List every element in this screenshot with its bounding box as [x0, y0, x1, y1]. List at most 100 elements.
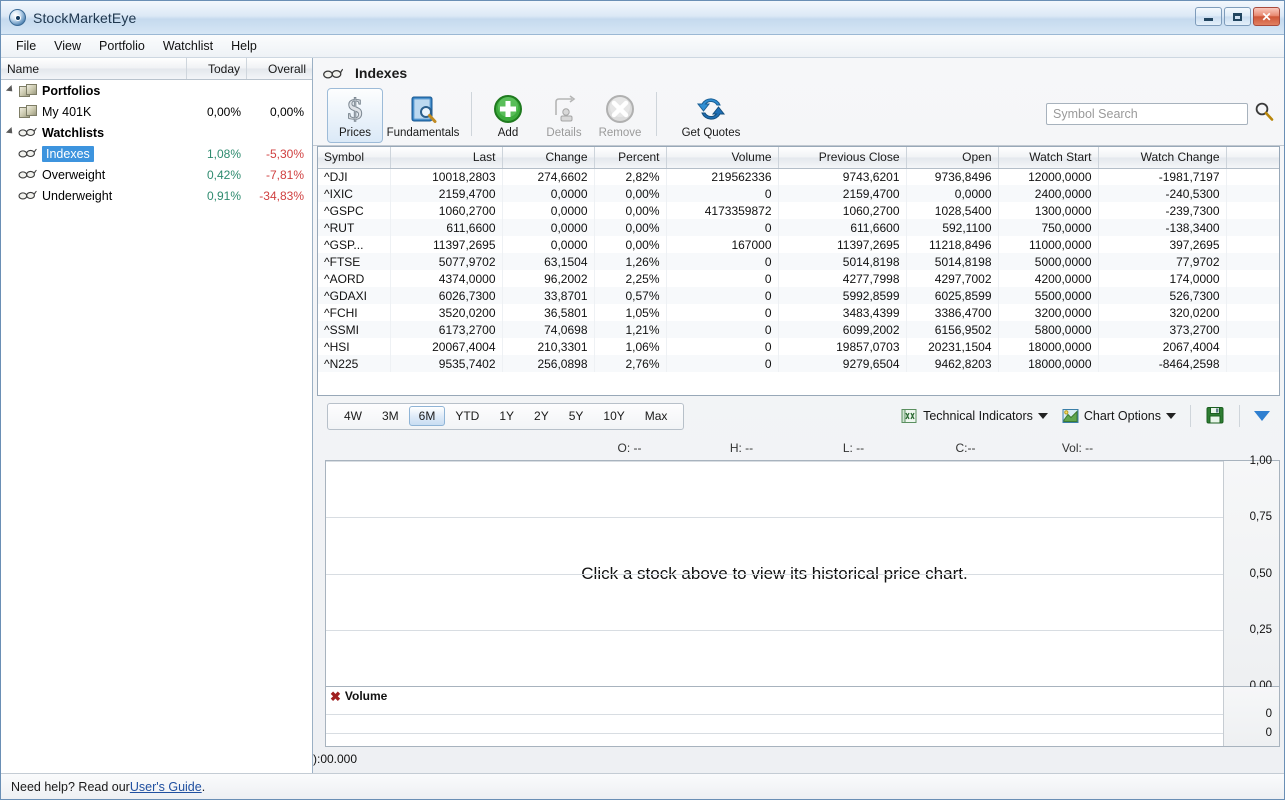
- cell-symbol: ^FCHI: [318, 304, 391, 321]
- add-button[interactable]: Add: [480, 88, 536, 143]
- menu-portfolio[interactable]: Portfolio: [90, 36, 154, 56]
- users-guide-link[interactable]: User's Guide: [130, 780, 202, 794]
- table-row[interactable]: ^RUT 611,6600 0,0000 0,00% 0 611,6600 592,1100…: [318, 219, 1279, 236]
- remove-x-icon: [604, 93, 636, 125]
- maximize-button[interactable]: [1224, 7, 1251, 26]
- range-button-3m[interactable]: 3M: [372, 406, 409, 426]
- tree-column-name[interactable]: Name: [1, 58, 187, 79]
- cell-open: 6025,8599: [906, 287, 999, 304]
- table-row[interactable]: ^AORD 4374,0000 96,2002 2,25% 0 4277,7998 4297…: [318, 270, 1279, 287]
- technical-indicators-button[interactable]: Technical Indicators: [897, 405, 1052, 427]
- save-chart-button[interactable]: [1201, 402, 1229, 431]
- volume-chart[interactable]: ✖ Volume 00: [325, 687, 1280, 747]
- menu-watchlist[interactable]: Watchlist: [154, 36, 222, 56]
- tree-column-today[interactable]: Today: [187, 58, 247, 79]
- chart-expand-button[interactable]: [1250, 408, 1274, 424]
- main-body: Name Today Overall Portfolios My 401K 0,00…: [1, 58, 1284, 773]
- tree-item-watchlists[interactable]: Watchlists: [1, 122, 312, 143]
- chevron-down-icon-2[interactable]: [1166, 413, 1176, 419]
- glasses-icon: [18, 125, 38, 140]
- table-row[interactable]: ^GSPC 1060,2700 0,0000 0,00% 4173359872 1060,…: [318, 202, 1279, 219]
- table-row[interactable]: ^FTSE 5077,9702 63,1504 1,26% 0 5014,8198 5014…: [318, 253, 1279, 270]
- cell-open: 5014,8198: [906, 253, 999, 270]
- menu-file[interactable]: File: [7, 36, 45, 56]
- chevron-down-icon[interactable]: [1037, 413, 1048, 419]
- col-volume[interactable]: Volume: [666, 147, 779, 169]
- tree-item-indexes[interactable]: Indexes 1,08% -5,30%: [1, 143, 312, 164]
- range-button-4w[interactable]: 4W: [334, 406, 372, 426]
- minimize-button[interactable]: [1195, 7, 1222, 26]
- cell-symbol: ^FTSE: [318, 253, 391, 270]
- prices-button[interactable]: $ Prices: [327, 88, 383, 143]
- cell-watch-change: 526,7300: [1098, 287, 1227, 304]
- range-button-ytd[interactable]: YTD: [445, 406, 489, 426]
- price-chart-plot[interactable]: Click a stock above to view its historic…: [326, 461, 1223, 686]
- expand-collapse-icon[interactable]: [5, 126, 16, 138]
- tree-item-overweight[interactable]: Overweight 0,42% -7,81%: [1, 164, 312, 185]
- tree-item-my-401k[interactable]: My 401K 0,00% 0,00%: [1, 101, 312, 122]
- col-symbol[interactable]: Symbol: [318, 147, 391, 169]
- tree-item-content: Indexes: [1, 145, 187, 162]
- col-open[interactable]: Open: [906, 147, 999, 169]
- get-quotes-button[interactable]: Get Quotes: [665, 88, 757, 143]
- table-row[interactable]: ^FCHI 3520,0200 36,5801 1,05% 0 3483,4399 3386…: [318, 304, 1279, 321]
- cell-watch-change: -239,7300: [1098, 202, 1227, 219]
- cell-percent: 2,76%: [594, 355, 667, 372]
- range-button-10y[interactable]: 10Y: [593, 406, 634, 426]
- tree-item-overall: -34,83%: [259, 188, 304, 203]
- range-button-6m[interactable]: 6M: [408, 406, 446, 426]
- col-watch-change[interactable]: Watch Change: [1098, 147, 1227, 169]
- table-row[interactable]: ^N225 9535,7402 256,0898 2,76% 0 9279,6504 946…: [318, 355, 1279, 372]
- close-button[interactable]: ✕: [1253, 7, 1280, 26]
- table-row[interactable]: ^HSI 20067,4004 210,3301 1,06% 0 19857,0703 20…: [318, 338, 1279, 355]
- menu-view[interactable]: View: [45, 36, 90, 56]
- glasses-icon: [18, 167, 38, 182]
- col-change[interactable]: Change: [502, 147, 595, 169]
- table-row[interactable]: ^GDAXI 6026,7300 33,8701 0,57% 0 5992,8599 602…: [318, 287, 1279, 304]
- remove-button[interactable]: Remove: [592, 88, 648, 143]
- tree-item-underweight[interactable]: Underweight 0,91% -34,83%: [1, 185, 312, 206]
- cell-change: 0,0000: [502, 219, 595, 236]
- price-gridline: [326, 629, 1223, 631]
- cell-watch-percent: -10,02%: [1226, 185, 1279, 202]
- details-button[interactable]: Details: [536, 88, 592, 143]
- col-percent[interactable]: Percent: [594, 147, 667, 169]
- tree-item-portfolios[interactable]: Portfolios: [1, 80, 312, 101]
- cell-last: 2159,4700: [390, 185, 503, 202]
- cell-watch-change: 77,9702: [1098, 253, 1227, 270]
- col-watch-percent[interactable]: Watch %: [1226, 147, 1279, 169]
- tree-column-overall[interactable]: Overall: [247, 58, 312, 79]
- cell-volume: 219562336: [666, 168, 779, 185]
- range-button-1y[interactable]: 1Y: [489, 406, 524, 426]
- price-chart[interactable]: Click a stock above to view its historic…: [325, 455, 1280, 692]
- chart-options-button[interactable]: Chart Options: [1058, 405, 1180, 427]
- cell-volume: 0: [666, 321, 779, 338]
- table-row[interactable]: ^DJI 10018,2803 274,6602 2,82% 219562336 9743…: [318, 168, 1279, 185]
- cell-open: 592,1100: [906, 219, 999, 236]
- range-button-max[interactable]: Max: [635, 406, 678, 426]
- table-row[interactable]: ^IXIC 2159,4700 0,0000 0,00% 0 2159,4700 0,000…: [318, 185, 1279, 202]
- search-input[interactable]: [1046, 102, 1248, 125]
- cell-watch-start: 5500,0000: [998, 287, 1099, 304]
- expand-collapse-icon[interactable]: [5, 84, 16, 96]
- range-button-5y[interactable]: 5Y: [559, 406, 594, 426]
- col-last[interactable]: Last: [390, 147, 503, 169]
- cell-watch-start: 750,0000: [998, 219, 1099, 236]
- volume-gridline: [326, 713, 1223, 715]
- volume-chart-plot[interactable]: ✖ Volume: [326, 687, 1223, 746]
- col-previous-close[interactable]: Previous Close: [778, 147, 907, 169]
- table-row[interactable]: ^GSP... 11397,2695 0,0000 0,00% 167000 11397,…: [318, 236, 1279, 253]
- menu-help[interactable]: Help: [222, 36, 266, 56]
- col-watch-start[interactable]: Watch Start: [998, 147, 1099, 169]
- app-window: StockMarketEye ✕ File View Portfolio Wat…: [0, 0, 1285, 800]
- fundamentals-button[interactable]: Fundamentals: [383, 88, 463, 143]
- app-title: StockMarketEye: [33, 9, 137, 26]
- cell-open: 3386,4700: [906, 304, 999, 321]
- table-row[interactable]: ^SSMI 6173,2700 74,0698 1,21% 0 6099,2002 6156…: [318, 321, 1279, 338]
- cell-volume: 0: [666, 287, 779, 304]
- search-icon[interactable]: [1254, 101, 1274, 126]
- range-button-2y[interactable]: 2Y: [524, 406, 559, 426]
- x-mark-red-icon[interactable]: ✖: [330, 690, 341, 703]
- tree-item-label: Watchlists: [42, 125, 105, 140]
